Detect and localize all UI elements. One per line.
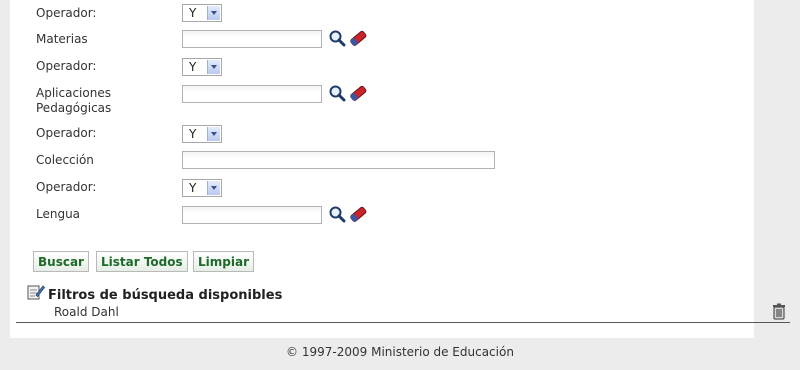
chevron-down-icon[interactable] xyxy=(207,60,220,74)
operator-label: Operador: xyxy=(36,59,97,73)
operator-row: Operador: Y xyxy=(10,177,754,203)
search-icon[interactable] xyxy=(328,84,348,102)
operator-label: Operador: xyxy=(36,180,97,194)
filter-divider xyxy=(16,322,790,323)
search-form-panel: Operador: Y Materias Operador: Y Aplicac… xyxy=(10,0,754,338)
operator-select[interactable]: Y xyxy=(182,179,222,197)
materias-row: Materias xyxy=(10,29,754,55)
list-all-button[interactable]: Listar Todos xyxy=(96,251,188,272)
search-button[interactable]: Buscar xyxy=(33,251,89,272)
chevron-down-icon[interactable] xyxy=(207,6,220,20)
search-icon[interactable] xyxy=(328,205,348,223)
coleccion-row: Colección xyxy=(10,150,754,176)
coleccion-input[interactable] xyxy=(182,151,495,169)
eraser-icon[interactable] xyxy=(348,84,368,102)
operator-row: Operador: Y xyxy=(10,56,754,82)
operator-select[interactable]: Y xyxy=(182,4,222,22)
lengua-row: Lengua xyxy=(10,204,754,230)
chevron-down-icon[interactable] xyxy=(207,127,220,141)
operator-select-value: Y xyxy=(189,181,197,195)
filter-edit-icon xyxy=(27,285,45,300)
trash-icon[interactable] xyxy=(771,303,787,320)
search-icon[interactable] xyxy=(328,29,348,47)
aplicaciones-input[interactable] xyxy=(182,85,322,103)
operator-label: Operador: xyxy=(36,6,97,20)
coleccion-label: Colección xyxy=(36,153,94,167)
eraser-icon[interactable] xyxy=(348,205,368,223)
operator-select-value: Y xyxy=(189,127,197,141)
filters-title: Filtros de búsqueda disponibles xyxy=(48,288,283,303)
chevron-down-icon[interactable] xyxy=(207,181,220,195)
aplicaciones-label: Aplicaciones Pedagógicas xyxy=(36,86,112,115)
clear-button[interactable]: Limpiar xyxy=(193,251,254,272)
aplicaciones-row: Aplicaciones Pedagógicas xyxy=(10,84,754,120)
operator-select-value: Y xyxy=(189,60,197,74)
materias-label: Materias xyxy=(36,32,88,46)
operator-select[interactable]: Y xyxy=(182,58,222,76)
operator-row: Operador: Y xyxy=(10,123,754,149)
lengua-input[interactable] xyxy=(182,206,322,224)
operator-row: Operador: Y xyxy=(10,3,754,29)
operator-select[interactable]: Y xyxy=(182,125,222,143)
materias-input[interactable] xyxy=(182,30,322,48)
eraser-icon[interactable] xyxy=(348,29,368,47)
operator-select-value: Y xyxy=(189,6,197,20)
operator-label: Operador: xyxy=(36,126,97,140)
lengua-label: Lengua xyxy=(36,207,81,221)
filter-item: Roald Dahl xyxy=(54,305,119,319)
footer-copyright: © 1997-2009 Ministerio de Educación xyxy=(286,345,514,359)
